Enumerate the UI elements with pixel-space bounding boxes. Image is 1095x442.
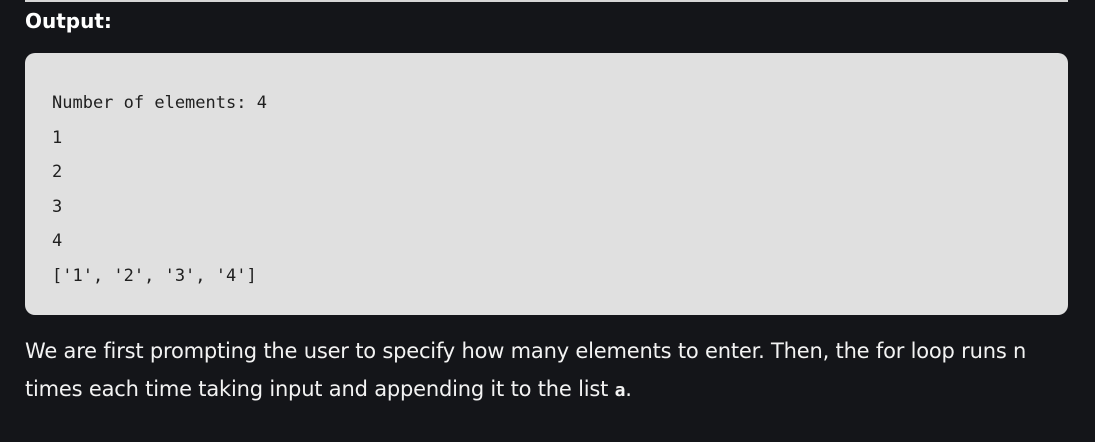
output-section: Output: Number of elements: 4 1 2 3 4 ['…	[0, 0, 1095, 442]
output-line-input-1: 1	[52, 127, 63, 148]
explanation-paragraph: We are first prompting the user to speci…	[25, 332, 1070, 410]
output-code-block: Number of elements: 4 1 2 3 4 ['1', '2',…	[25, 53, 1068, 315]
output-line-list-result: ['1', '2', '3', '4']	[52, 265, 257, 286]
output-line-count: Number of elements: 4	[52, 93, 267, 113]
explanation-text: We are first prompting the user to speci…	[25, 339, 1027, 401]
section-divider	[25, 0, 1068, 2]
inline-code-list-name: a	[614, 380, 626, 401]
output-line-input-4: 4	[52, 231, 63, 251]
explanation-period: .	[625, 377, 632, 401]
output-line-input-2: 2	[52, 162, 63, 182]
output-heading: Output:	[25, 9, 112, 33]
output-line-input-3: 3	[52, 196, 63, 217]
